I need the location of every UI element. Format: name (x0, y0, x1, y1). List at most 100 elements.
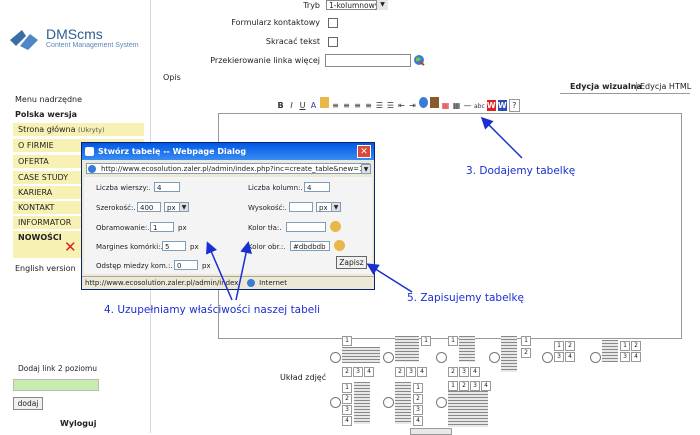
bg-color-input[interactable] (286, 222, 326, 232)
spacing-input[interactable]: 0 (174, 260, 198, 270)
chevron-down-icon[interactable]: ▼ (179, 202, 189, 212)
spacing-label: Odstęp miedzy kom.:. (96, 262, 173, 270)
annotation-step5: 5. Zapisujemy tabelkę (407, 292, 524, 304)
layout-radio-9[interactable] (436, 397, 447, 408)
shorten-text-label: Skracać tekst (265, 37, 320, 46)
sidebar-item-label: INFORMATOR (18, 218, 72, 227)
sidebar-item-label: KARIERA (18, 188, 53, 197)
align-right-button[interactable]: ≡ (353, 100, 362, 111)
language-header[interactable]: Polska wersja (13, 108, 150, 121)
layout-nums: 12 (620, 340, 642, 351)
underline-button[interactable]: U (298, 100, 307, 111)
layout-text-lines (395, 336, 419, 362)
cols-input[interactable]: 4 (304, 182, 330, 192)
layout-num: 1 (521, 336, 531, 346)
horizontal-rule-button[interactable]: — (463, 100, 472, 111)
layout-option-8[interactable]: 1234 (395, 382, 425, 428)
chevron-down-icon[interactable]: ▼ (361, 164, 371, 174)
layout-radio-1[interactable] (330, 352, 341, 363)
layout-radio-2[interactable] (383, 352, 394, 363)
layout-text-lines (354, 382, 370, 424)
strikethrough-button[interactable]: abc (474, 101, 485, 112)
help-button[interactable]: ? (508, 99, 520, 112)
height-input[interactable] (289, 202, 313, 212)
layout-text-lines (448, 391, 488, 427)
width-input[interactable]: 400 (137, 202, 161, 212)
bold-button[interactable]: B (276, 100, 285, 111)
dialog-title: Stwórz tabelę -- Webpage Dialog (82, 143, 374, 160)
color-picker-icon[interactable] (334, 240, 345, 251)
align-left-button[interactable]: ≡ (331, 100, 340, 111)
layout-radio-8[interactable] (383, 397, 394, 408)
table-grid-button[interactable]: ▦ (452, 100, 461, 111)
dmscms-logo: DMScms Content Management System (8, 24, 143, 54)
spacing-unit: px (202, 262, 211, 270)
sidebar-item-label: CASE STUDY (18, 173, 69, 182)
layout-num: 1 (342, 336, 352, 346)
status-url: http://www.ecosolution.zaler.pl/admin/in… (85, 279, 241, 287)
justify-button[interactable]: ≡ (364, 100, 373, 111)
word-cleanup-button[interactable]: W (497, 100, 507, 111)
layout-radio-6[interactable] (590, 352, 601, 363)
save-button[interactable]: Zapisz (336, 256, 367, 269)
tab-html-edit[interactable]: Edycja HTML (636, 82, 691, 91)
partial-button (410, 428, 452, 435)
sidebar-item-home[interactable]: Strona główna (Ukryty) (13, 123, 144, 137)
color-picker-icon[interactable] (330, 221, 341, 232)
layout-radio-3[interactable] (436, 352, 447, 363)
tab-visual-edit[interactable]: Edycja wizualna (570, 82, 642, 91)
layout-option-9[interactable]: 1234 (448, 380, 492, 428)
photo-layout-label: Układ zdjęć (280, 373, 327, 382)
layout-nums: 234 (342, 366, 375, 377)
insert-table-icon[interactable]: ▦ (441, 100, 450, 111)
bullet-list-button[interactable]: ☰ (375, 100, 384, 111)
palette-icon[interactable] (320, 97, 329, 108)
layout-num: 1 (448, 336, 458, 346)
outdent-button[interactable]: ⇤ (397, 100, 406, 111)
layout-nums: 2 (521, 347, 532, 358)
border-input[interactable]: 1 (150, 222, 174, 232)
tab-divider (560, 93, 690, 94)
layout-option-2[interactable]: 1 234 (395, 336, 433, 377)
add-button[interactable]: dodaj (13, 397, 43, 410)
layout-radio-5[interactable] (542, 352, 553, 363)
redirect-input[interactable] (325, 54, 411, 67)
layout-option-3[interactable]: 1 234 (448, 336, 486, 377)
image-icon[interactable] (430, 97, 439, 108)
link-globe-icon[interactable] (419, 97, 428, 108)
layout-radio-4[interactable] (489, 352, 500, 363)
align-center-button[interactable]: ≡ (342, 100, 351, 111)
delete-icon[interactable]: ✕ (64, 240, 77, 255)
layout-option-5[interactable]: 12 34 (554, 340, 582, 364)
border-unit: px (178, 224, 187, 232)
chevron-down-icon[interactable]: ▼ (331, 202, 341, 212)
indent-button[interactable]: ⇥ (408, 100, 417, 111)
layout-option-1[interactable]: 1 234 (342, 336, 380, 377)
layout-nums: 1234 (413, 382, 423, 426)
width-label: Szerokość:. (96, 204, 136, 212)
layout-option-7[interactable]: 1234 (342, 382, 372, 428)
bg-color-label: Kolor tła:. (248, 224, 282, 232)
globe-icon[interactable] (413, 54, 425, 66)
layout-text-lines (342, 347, 380, 363)
numbered-list-button[interactable]: ☰ (386, 100, 395, 111)
layout-option-6[interactable]: 12 34 (602, 340, 641, 364)
layout-option-4[interactable]: 1 2 (501, 336, 539, 376)
shorten-text-checkbox[interactable] (328, 37, 338, 47)
layout-nums: 1234 (448, 380, 492, 391)
add-level2-input[interactable] (13, 379, 99, 391)
italic-button[interactable]: I (287, 100, 296, 111)
contact-form-checkbox[interactable] (328, 18, 338, 28)
logout-link[interactable]: Wyloguj (60, 419, 96, 428)
margin-input[interactable]: 5 (162, 241, 186, 251)
chevron-down-icon[interactable]: ▼ (376, 0, 388, 10)
paste-word-button[interactable]: W (486, 100, 496, 111)
add-level2-label: Dodaj link 2 poziomu (18, 364, 98, 373)
dialog-body: Liczba wierszy:. 4 Szerokość:. 400 px ▼ … (84, 177, 372, 274)
rows-input[interactable]: 4 (154, 182, 180, 192)
layout-radio-7[interactable] (330, 397, 341, 408)
text-color-button[interactable]: A (309, 100, 318, 111)
border-color-input[interactable]: #dbdbdb (290, 241, 330, 251)
close-button[interactable]: ✕ (357, 145, 371, 158)
margin-unit: px (190, 243, 199, 251)
